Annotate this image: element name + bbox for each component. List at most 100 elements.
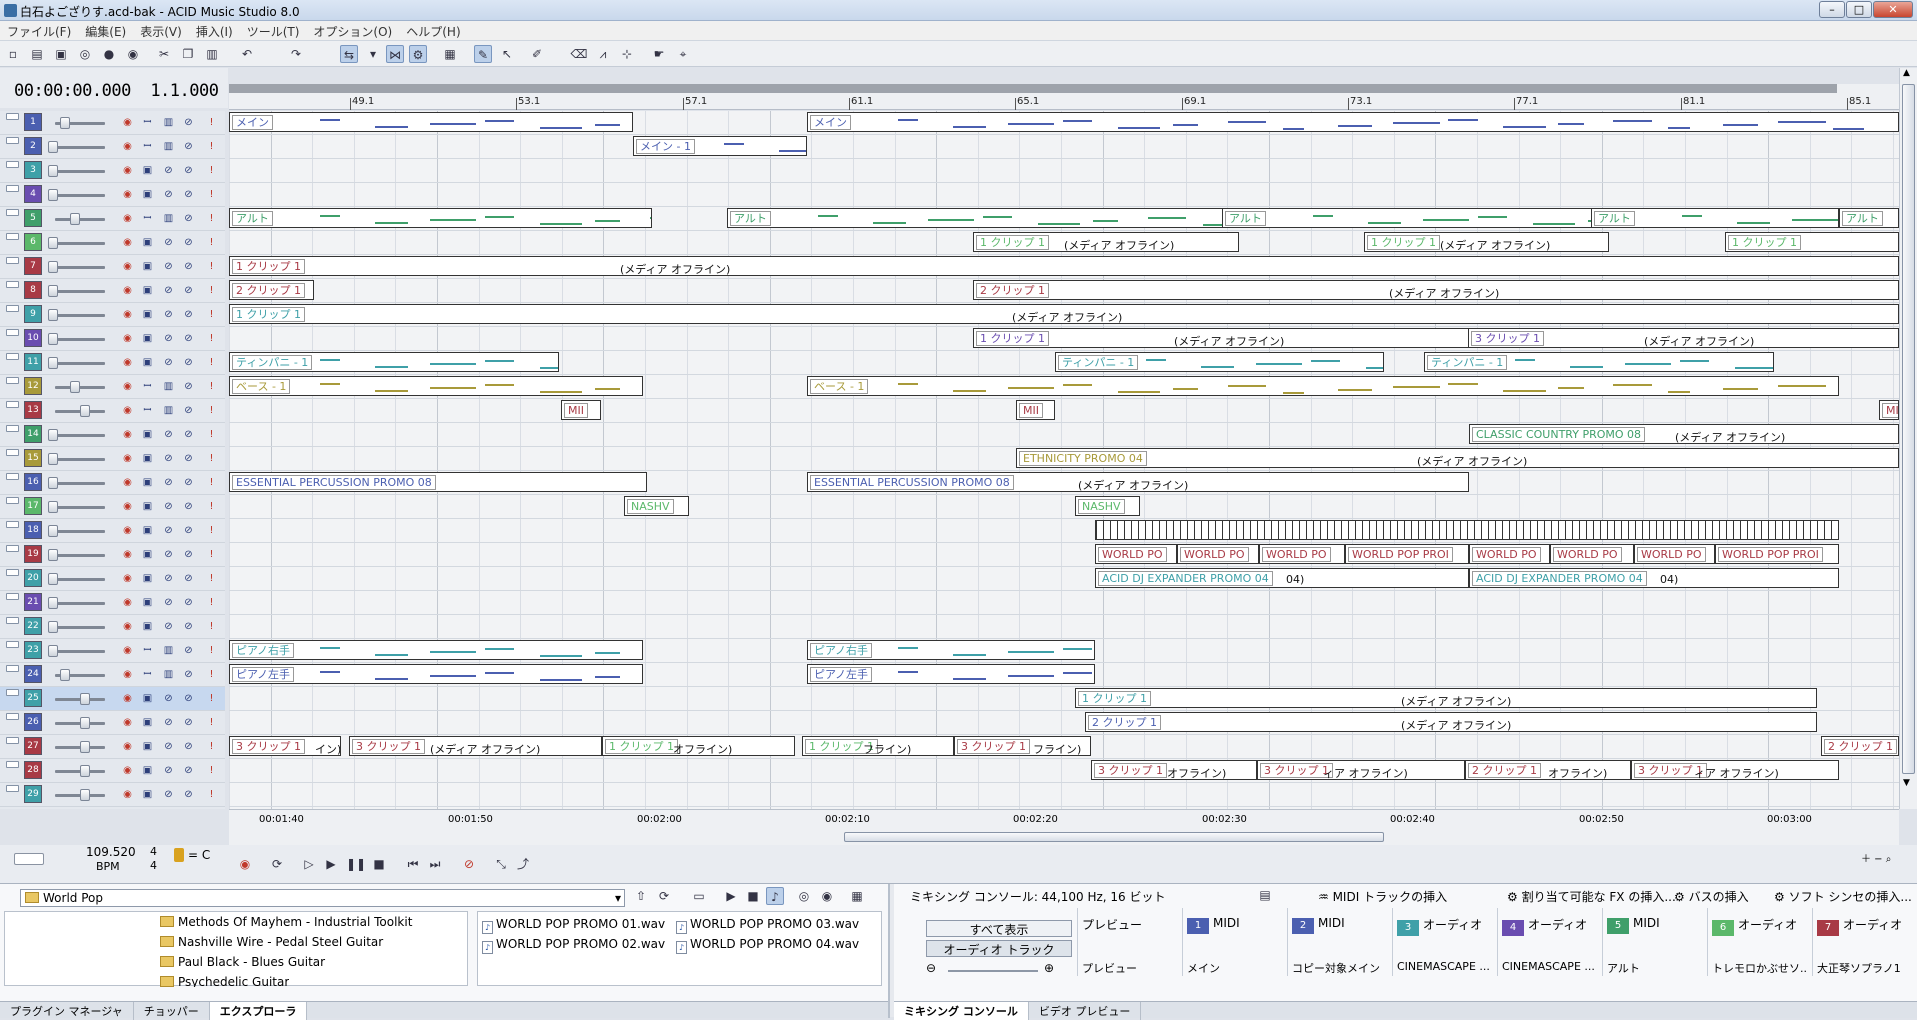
fader-knob[interactable] <box>70 213 80 225</box>
fx-icon[interactable]: ▣ <box>141 596 154 609</box>
select-tool-icon[interactable]: ↖ <box>498 45 516 63</box>
invert-phase-icon[interactable]: ⊘ <box>162 740 175 753</box>
event-clip[interactable]: 3 クリップ 1 オフライン) <box>1091 760 1257 780</box>
track-volume-fader[interactable] <box>48 165 105 177</box>
insert-midi-track-button[interactable]: ♒ MIDI トラックの挿入 <box>1318 888 1447 905</box>
event-clip[interactable]: 2 クリップ 1 (メディア オフライン) <box>1085 712 1817 732</box>
event-clip[interactable]: アルト <box>1591 208 1839 228</box>
track-volume-fader[interactable] <box>48 285 105 297</box>
fader-knob[interactable] <box>80 765 90 777</box>
mixer-channel-6[interactable]: 6 オーディオ トレモロかぶせソ... <box>1707 908 1807 976</box>
minimize-track-button[interactable] <box>6 497 19 504</box>
folder-item[interactable]: Nashville Wire - Pedal Steel Guitar <box>160 935 383 949</box>
record-arm-icon[interactable]: ◉ <box>121 332 134 345</box>
track-header-13[interactable]: 13 ◉ ꟷ ▥ ⊘ ! <box>0 399 225 423</box>
insert-fx-button[interactable]: ⚙ 割り当て可能な FX の挿入... <box>1507 888 1676 905</box>
track-volume-fader[interactable] <box>55 717 105 729</box>
event-clip[interactable]: 2 クリップ 1 <box>229 280 314 300</box>
event-clip[interactable]: ESSENTIAL PERCUSSION PROMO 08 <box>229 472 647 492</box>
midi-port-icon[interactable]: ꟷ <box>141 380 154 393</box>
record-arm-icon[interactable]: ◉ <box>121 164 134 177</box>
open-icon[interactable]: ▤ <box>28 45 46 63</box>
snap-icon[interactable]: ⇆ <box>340 45 358 63</box>
event-clip[interactable]: 3 クリップ 1 (メディア オフライン) <box>349 736 602 756</box>
event-clip[interactable]: ピアノ左手 <box>229 664 643 684</box>
event-clip[interactable]: 3 クリップ 1 フライン) <box>954 736 1091 756</box>
event-clip[interactable]: ACID DJ EXPANDER PROMO 04 04) <box>1469 568 1839 588</box>
event-clip[interactable]: ACID DJ EXPANDER PROMO 04 04) <box>1095 568 1469 588</box>
event-clip[interactable]: ベース - 1 <box>229 376 643 396</box>
track-number[interactable]: 20 <box>24 569 42 587</box>
mute-icon[interactable]: ⊘ <box>182 164 195 177</box>
track-volume-fader[interactable] <box>48 237 105 249</box>
mute-icon[interactable]: ⊘ <box>182 356 195 369</box>
folder-item[interactable]: Paul Black - Blues Guitar <box>160 955 325 969</box>
track-number[interactable]: 14 <box>24 425 42 443</box>
track-header-26[interactable]: 26 ◉ ▣ ⊘ ⊘ ! <box>0 711 225 735</box>
track-header-8[interactable]: 8 ◉ ▣ ⊘ ⊘ ! <box>0 279 225 303</box>
mute-icon[interactable]: ⊘ <box>182 740 195 753</box>
file-list[interactable]: ♪ WORLD POP PROMO 01.wav ♪ WORLD POP PROMO… <box>477 911 882 986</box>
media-icon[interactable]: ◉ <box>124 45 142 63</box>
mute-icon[interactable]: ⊘ <box>182 500 195 513</box>
track-number[interactable]: 1 <box>24 113 42 131</box>
event-clip[interactable]: ティンパニ - 1 <box>229 352 559 372</box>
minimize-track-button[interactable] <box>6 617 19 624</box>
fx-icon[interactable]: ▣ <box>141 308 154 321</box>
piano-roll-icon[interactable]: ▥ <box>162 212 175 225</box>
event-clip[interactable]: WORLD POP PROI <box>1345 544 1469 564</box>
track-header-14[interactable]: 14 ◉ ▣ ⊘ ⊘ ! <box>0 423 225 447</box>
event-clip[interactable]: 1 クリップ 1 (メディア オフライン) <box>229 304 1899 324</box>
track-header-9[interactable]: 9 ◉ ▣ ⊘ ⊘ ! <box>0 303 225 327</box>
midi-port-icon[interactable]: ꟷ <box>141 644 154 657</box>
invert-phase-icon[interactable]: ⊘ <box>162 332 175 345</box>
track-number[interactable]: 3 <box>24 161 42 179</box>
track-header-5[interactable]: 5 ◉ ꟷ ▥ ⊘ ! <box>0 207 225 231</box>
drum-pattern-event[interactable] <box>1095 520 1839 540</box>
minimize-track-button[interactable] <box>6 329 19 336</box>
minimize-track-button[interactable] <box>6 185 19 192</box>
solo-icon[interactable]: ! <box>205 116 218 129</box>
record-arm-icon[interactable]: ◉ <box>121 452 134 465</box>
minimize-track-button[interactable] <box>6 785 19 792</box>
minimize-track-button[interactable] <box>6 113 19 120</box>
menu-options[interactable]: オプション(O) <box>306 21 399 42</box>
fader-knob[interactable] <box>48 597 58 609</box>
track-header-21[interactable]: 21 ◉ ▣ ⊘ ⊘ ! <box>0 591 225 615</box>
record-arm-icon[interactable]: ◉ <box>121 380 134 393</box>
midi-port-icon[interactable]: ꟷ <box>141 140 154 153</box>
track-header-24[interactable]: 24 ◉ ꟷ ▥ ⊘ ! <box>0 663 225 687</box>
record-arm-icon[interactable]: ◉ <box>121 476 134 489</box>
record-arm-icon[interactable]: ◉ <box>121 716 134 729</box>
mute-icon[interactable]: ⊘ <box>182 428 195 441</box>
time-sig-top[interactable]: 4 <box>150 845 157 858</box>
mixer-view-icon[interactable]: ▤ <box>1256 886 1274 904</box>
track-number[interactable]: 17 <box>24 497 42 515</box>
show-all-button[interactable]: すべて表示 <box>926 920 1072 937</box>
mute-icon[interactable]: ⊘ <box>182 212 195 225</box>
track-header-12[interactable]: 12 ◉ ꟷ ▥ ⊘ ! <box>0 375 225 399</box>
event-clip[interactable]: WORLD POP PROI <box>1715 544 1839 564</box>
event-clip[interactable]: 3 クリップ 1 (メディア オフライン) <box>1468 328 1899 348</box>
menu-tools[interactable]: ツール(T) <box>240 21 307 42</box>
solo-icon[interactable]: ! <box>205 620 218 633</box>
record-arm-icon[interactable]: ◉ <box>121 404 134 417</box>
file-item[interactable]: ♪ WORLD POP PROMO 02.wav <box>482 937 665 954</box>
event-clip[interactable]: 1 クリップ 1 (メディア オフライン) <box>1364 232 1609 252</box>
track-number[interactable]: 5 <box>24 209 42 227</box>
track-header-25[interactable]: 25 ◉ ▣ ⊘ ⊘ ! <box>0 687 225 711</box>
solo-icon[interactable]: ! <box>205 500 218 513</box>
mute-icon[interactable]: ⊘ <box>182 140 195 153</box>
event-clip[interactable]: アルト <box>229 208 652 228</box>
event-clip[interactable]: WORLD PO <box>1177 544 1259 564</box>
track-number[interactable]: 16 <box>24 473 42 491</box>
snap-dropdown-icon[interactable]: ▾ <box>364 45 382 63</box>
auto-preview-icon[interactable]: ♪ <box>766 887 784 905</box>
track-header-4[interactable]: 4 ◉ ▣ ⊘ ⊘ ! <box>0 183 225 207</box>
track-lane[interactable] <box>229 399 1899 423</box>
track-number[interactable]: 23 <box>24 641 42 659</box>
event-clip[interactable]: 1 クリップ 1 フライン) <box>802 736 954 756</box>
record-arm-icon[interactable]: ◉ <box>121 596 134 609</box>
track-volume-fader[interactable] <box>48 573 105 585</box>
favorites-icon[interactable]: ▭ <box>690 887 708 905</box>
